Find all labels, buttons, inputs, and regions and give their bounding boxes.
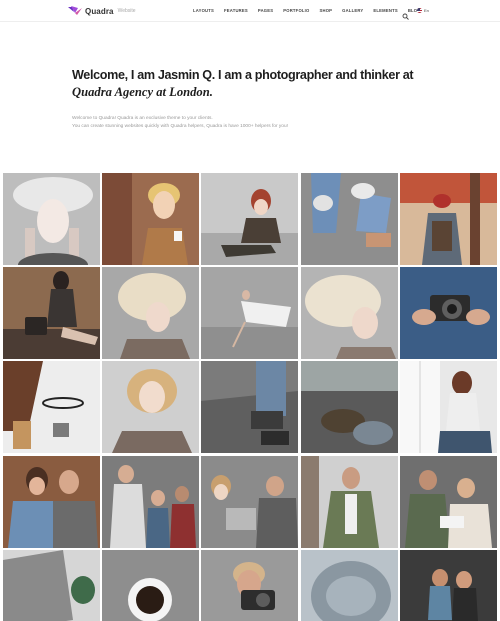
headline-text: Welcome, I am Jasmin Q. I am a photograp…	[72, 68, 414, 82]
page-title: Welcome, I am Jasmin Q. I am a photograp…	[72, 67, 432, 101]
photo-man-with-camera[interactable]	[201, 549, 299, 621]
logo-bird-icon	[68, 6, 82, 16]
photo-boots-on-fence[interactable]	[201, 361, 299, 454]
photo-woman-with-veil-hat[interactable]	[3, 173, 100, 265]
intro-lead-line-1: Welcome to Quadra! Quadra is an exclusiv…	[72, 116, 213, 121]
us-flag-icon	[417, 8, 422, 13]
search-icon[interactable]	[402, 7, 409, 20]
logo-name: Quadra	[85, 6, 114, 16]
site-header: Quadra Website LAYOUTS FEATURES PAGES PO…	[0, 0, 500, 22]
intro-lead: Welcome to Quadra! Quadra is an exclusiv…	[72, 115, 432, 131]
nav-item-pages[interactable]: PAGES	[258, 8, 273, 13]
nav-item-shop[interactable]: SHOP	[319, 8, 332, 13]
headline-agency: Quadra Agency at London.	[72, 85, 213, 99]
photo-woman-grey-sweater[interactable]	[3, 549, 100, 621]
photo-grey-hair-closeup[interactable]	[300, 549, 398, 621]
nav-item-layouts[interactable]: LAYOUTS	[193, 8, 214, 13]
nav-item-features[interactable]: FEATURES	[224, 8, 248, 13]
photo-sneakers-on-pavement[interactable]	[300, 173, 398, 265]
photo-man-with-jacket[interactable]	[300, 455, 398, 548]
photo-couple-with-book[interactable]	[399, 455, 497, 548]
photo-hiker-with-backpack[interactable]	[399, 173, 497, 265]
photo-woman-curly-blonde-hair[interactable]	[102, 267, 200, 360]
intro-section: Welcome, I am Jasmin Q. I am a photograp…	[72, 67, 432, 131]
photo-woman-sitting-floor[interactable]	[201, 173, 299, 265]
photo-woman-with-handbag[interactable]	[3, 267, 100, 360]
photo-coffee-cup-topdown[interactable]	[102, 549, 200, 621]
photo-woman-by-window[interactable]	[399, 361, 497, 454]
photo-woman-with-laptop[interactable]	[201, 455, 299, 548]
language-selector[interactable]: En	[417, 8, 429, 13]
photo-camera-and-glasses[interactable]	[3, 361, 100, 454]
photo-couple-laughing[interactable]	[3, 455, 100, 548]
photo-woman-hair-in-wind[interactable]	[300, 267, 398, 360]
photo-friends-group[interactable]	[102, 455, 200, 548]
nav-item-gallery[interactable]: GALLERY	[342, 8, 363, 13]
nav-item-portfolio[interactable]: PORTFOLIO	[283, 8, 309, 13]
photo-hands-holding-camera[interactable]	[399, 267, 497, 360]
language-label: En	[424, 8, 429, 13]
nav-item-elements[interactable]: ELEMENTS	[373, 8, 397, 13]
logo[interactable]: Quadra Website	[68, 6, 136, 16]
photo-woman-with-cup[interactable]	[102, 173, 200, 265]
photo-gallery	[3, 173, 497, 621]
logo-sub: Website	[117, 8, 136, 14]
intro-lead-line-2: You can create stunning websites quickly…	[72, 124, 288, 129]
main-nav: LAYOUTS FEATURES PAGES PORTFOLIO SHOP GA…	[193, 8, 431, 13]
photo-cap-on-car-seat[interactable]	[300, 361, 398, 454]
photo-woman-blonde-portrait[interactable]	[102, 361, 200, 454]
photo-couple-workout[interactable]	[399, 549, 497, 621]
photo-dancer-in-white-dress[interactable]	[201, 267, 299, 360]
